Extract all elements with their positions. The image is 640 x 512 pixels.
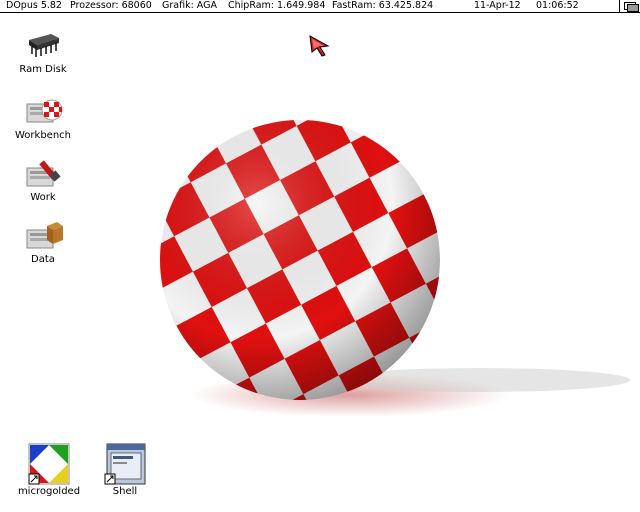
ram-chip-icon <box>29 34 59 57</box>
data-disk-icon <box>26 222 63 249</box>
dopus-version: DOpus 5.82 <box>6 0 62 11</box>
icon-label-ram-disk: Ram Disk <box>19 64 67 75</box>
date-display: 11-Apr-12 <box>474 0 521 11</box>
screen-title-bar: DOpus 5.82 Prozessor: 68060 Grafik: AGA … <box>0 0 640 13</box>
shell-app-icon <box>104 443 146 485</box>
work-disk-icon <box>26 160 61 187</box>
icon-label-work: Work <box>30 192 56 203</box>
icon-label-shell: Shell <box>112 486 138 497</box>
desktop-icon-data[interactable]: Data <box>14 218 72 266</box>
depth-back-icon <box>627 4 639 12</box>
graphics-info: Grafik: AGA <box>162 0 217 11</box>
screen-depth-gadget[interactable] <box>619 0 640 12</box>
processor-info: Prozessor: 68060 <box>70 0 152 11</box>
desktop-icon-shell[interactable]: Shell <box>98 442 152 498</box>
mouse-pointer-icon <box>309 35 330 57</box>
boing-ball-wallpaper <box>160 120 630 417</box>
icon-label-microgolded: microgolded <box>17 486 81 497</box>
chipram-info: ChipRam: 1.649.984 <box>228 0 326 11</box>
desktop-icon-workbench[interactable]: Workbench <box>14 94 72 142</box>
desktop-icon-microgolded[interactable]: microgolded <box>14 442 84 498</box>
desktop-icon-work[interactable]: Work <box>14 156 72 204</box>
workbench-disk-icon <box>26 99 63 123</box>
desktop-icon-ram-disk[interactable]: Ram Disk <box>14 28 72 76</box>
fastram-info: FastRam: 63.425.824 <box>332 0 434 11</box>
microgolded-app-icon <box>28 443 70 485</box>
icon-label-data: Data <box>31 254 55 265</box>
icon-label-workbench: Workbench <box>15 130 71 141</box>
time-display: 01:06:52 <box>536 0 579 11</box>
